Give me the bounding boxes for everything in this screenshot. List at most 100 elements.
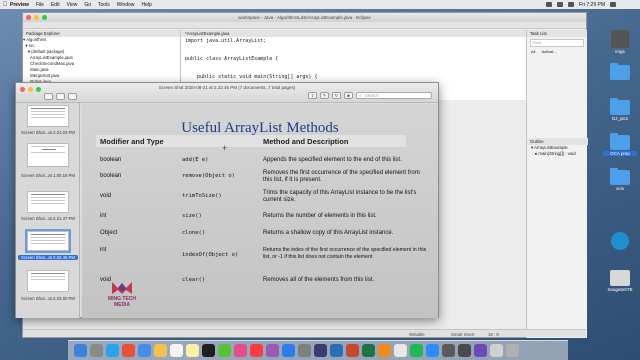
- markup-pen-icon[interactable]: ✎: [320, 92, 329, 99]
- eclipse-icon[interactable]: [314, 344, 327, 357]
- word-icon[interactable]: [330, 344, 343, 357]
- row-description: Returns a shallow copy of this ArrayList…: [263, 230, 394, 236]
- volume-icon[interactable]: [557, 2, 564, 7]
- task-list-title[interactable]: Task List: [527, 30, 587, 37]
- thumbnail-caption-selected[interactable]: Screen Shot...at 2.22.45 PM: [18, 255, 78, 260]
- excel-icon[interactable]: [362, 344, 375, 357]
- thumbnail-caption[interactable]: Screen Shot...at 2.23.00 PM: [18, 296, 78, 301]
- powerpoint-icon[interactable]: [346, 344, 359, 357]
- outline-item[interactable]: ● main(String[]) : void: [527, 151, 588, 157]
- menu-file[interactable]: File: [36, 2, 44, 8]
- row-description: Removes the first occurrence of the spec…: [263, 170, 420, 184]
- spotify-icon[interactable]: [410, 344, 423, 357]
- close-icon[interactable]: [26, 15, 31, 20]
- downloads-stack-icon[interactable]: [490, 344, 503, 357]
- minimize-icon[interactable]: [34, 15, 39, 20]
- package-explorer-title[interactable]: Package Explorer: [23, 30, 180, 37]
- thumbnail-page[interactable]: [27, 270, 69, 292]
- safari-icon[interactable]: [106, 344, 119, 357]
- activate-link[interactable]: Activat...: [541, 49, 556, 54]
- status-bar: Writable Smart Insert 18 : 9: [23, 329, 586, 337]
- zoom-icon[interactable]: [42, 15, 47, 20]
- desktop-folder-label: OCA prep: [603, 151, 637, 156]
- desktop-folder[interactable]: DJ_pics: [603, 98, 637, 121]
- apple-menu-icon[interactable]: : [0, 2, 10, 8]
- launchpad-icon[interactable]: [90, 344, 103, 357]
- music-icon[interactable]: [250, 344, 263, 357]
- logo-mark-icon: [112, 280, 132, 294]
- menu-go[interactable]: Go: [84, 2, 91, 8]
- thumbnail-page-selected[interactable]: [25, 229, 71, 253]
- calendar-icon[interactable]: [170, 344, 183, 357]
- desktop-folder[interactable]: OCA prep: [603, 133, 637, 156]
- menu-help[interactable]: Help: [142, 2, 152, 8]
- row-method: add(E e): [182, 157, 209, 163]
- row-type: void: [100, 193, 112, 199]
- row-type: int: [100, 247, 107, 253]
- row-type: boolean: [100, 173, 122, 179]
- task-find-input[interactable]: Find: [530, 39, 584, 47]
- thumbnail-sidebar[interactable]: Screen Shot...at 2.21.03 PM Screen Shot.…: [16, 103, 80, 318]
- preview-icon[interactable]: [394, 344, 407, 357]
- desktop-folder[interactable]: [603, 63, 637, 80]
- sidebar-toggle-icon[interactable]: [44, 93, 53, 100]
- thumbnail-page[interactable]: [27, 143, 69, 167]
- desktop-drive[interactable]: Seagate5TB: [603, 270, 637, 292]
- menu-window[interactable]: Window: [117, 2, 135, 8]
- menu-edit[interactable]: Edit: [51, 2, 60, 8]
- outline-title[interactable]: Outline: [527, 138, 588, 145]
- terminal-icon[interactable]: [202, 344, 215, 357]
- zoom-in-icon[interactable]: [68, 93, 77, 100]
- desktop-drive-label: Seagate5TB: [607, 287, 633, 292]
- messages-icon[interactable]: [218, 344, 231, 357]
- finder-icon[interactable]: [74, 344, 87, 357]
- thumbnail-page[interactable]: [27, 191, 69, 213]
- thumbnail-caption[interactable]: Screen Shot...at 1.00.16 PM: [18, 173, 78, 178]
- podcasts-icon[interactable]: [266, 344, 279, 357]
- thumbnail-caption[interactable]: Screen Shot...at 2.21.37 PM: [18, 216, 78, 221]
- battery-icon[interactable]: [568, 2, 575, 7]
- logo-text: MING TECH MEDIA: [107, 296, 137, 308]
- desktop-folder-label: imgs: [615, 49, 625, 54]
- row-description: Removes all of the elements from this li…: [263, 277, 375, 283]
- filter-all-link[interactable]: All: [531, 49, 535, 54]
- zoom-app-icon[interactable]: [426, 344, 439, 357]
- photos-icon[interactable]: [234, 344, 247, 357]
- contacts-icon[interactable]: [154, 344, 167, 357]
- desktop-app[interactable]: [603, 232, 637, 250]
- vlc-icon[interactable]: [378, 344, 391, 357]
- share-icon[interactable]: ⇧: [308, 92, 317, 99]
- row-method: trimToSize(): [182, 193, 222, 199]
- image-file-icon: [611, 30, 629, 48]
- thumbnail-caption[interactable]: Screen Shot...at 2.21.03 PM: [18, 130, 78, 135]
- quicktime-icon[interactable]: [458, 344, 471, 357]
- search-input[interactable]: Search: [356, 92, 432, 99]
- row-type: boolean: [100, 157, 122, 163]
- menu-tools[interactable]: Tools: [98, 2, 110, 8]
- desktop-folder[interactable]: imgs: [603, 30, 637, 54]
- system-preferences-icon[interactable]: [298, 344, 311, 357]
- spotlight-icon[interactable]: [610, 2, 616, 7]
- trash-icon[interactable]: [506, 344, 519, 357]
- menubar-clock[interactable]: Fri 7:29 PM: [579, 2, 605, 8]
- editor-tab[interactable]: *ArrayListExample.java: [181, 30, 526, 37]
- zoom-out-icon[interactable]: [56, 93, 65, 100]
- app-store-icon[interactable]: [282, 344, 295, 357]
- menu-app[interactable]: Preview: [10, 2, 29, 8]
- markup-toolbox-icon[interactable]: ◈: [344, 92, 353, 99]
- mail-icon[interactable]: [138, 344, 151, 357]
- preview-title: Screen Shot 2020-08-21 at 2.22.45 PM (7 …: [158, 85, 296, 90]
- desktop-folder[interactable]: vids: [603, 168, 637, 191]
- folder-icon: [610, 168, 630, 185]
- preview-titlebar[interactable]: Screen Shot 2020-08-21 at 2.22.45 PM (7 …: [16, 83, 438, 103]
- thumbnail-page[interactable]: [27, 105, 69, 127]
- screenshot-icon[interactable]: [442, 344, 455, 357]
- menu-view[interactable]: View: [67, 2, 78, 8]
- notes-icon[interactable]: [186, 344, 199, 357]
- rotate-icon[interactable]: ↻: [332, 92, 341, 99]
- wifi-icon[interactable]: [546, 2, 553, 7]
- chrome-icon[interactable]: [122, 344, 135, 357]
- teams-icon[interactable]: [474, 344, 487, 357]
- desktop-folder-label: vids: [615, 186, 624, 191]
- row-type: Object: [100, 230, 118, 236]
